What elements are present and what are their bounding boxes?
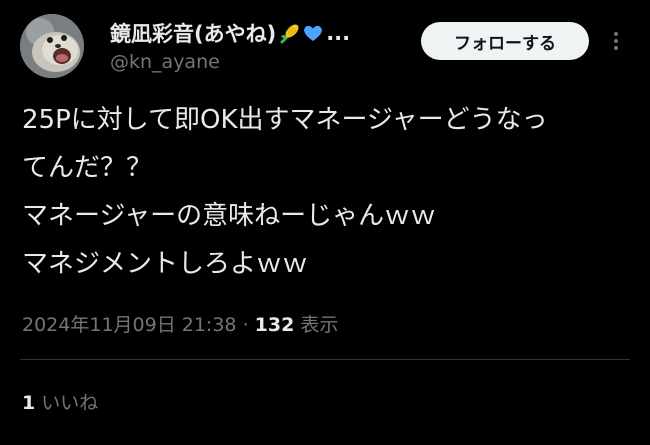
tweet-meta: 2024年11月09日 21:38 · 132 表示 [22, 310, 338, 337]
tweet-post: 鏡凪彩音(あやね) ... @kn_ayane フォローする 25Pに対して即O… [0, 0, 650, 445]
name-truncation: ... [326, 21, 351, 45]
likes-count: 1 [22, 392, 36, 414]
author-handle[interactable]: @kn_ayane [110, 51, 350, 73]
more-vertical-icon [614, 32, 618, 50]
display-name[interactable]: 鏡凪彩音(あやね) [110, 18, 276, 48]
divider [20, 359, 630, 360]
avatar[interactable] [20, 14, 84, 78]
seal-avatar-icon [20, 14, 84, 78]
views-count: 132 [254, 314, 295, 336]
likes-label: いいね [41, 392, 99, 414]
display-name-row[interactable]: 鏡凪彩音(あやね) ... [110, 18, 350, 48]
corn-emoji-icon [278, 22, 300, 44]
timestamp-link[interactable]: 2024年11月09日 21:38 [22, 314, 237, 336]
views-label: 表示 [300, 314, 339, 336]
tweet-line: てんだ？？ [22, 153, 153, 183]
tweet-line: マネージャーの意味ねーじゃんｗｗ [22, 201, 437, 231]
tweet-text: 25Pに対して即OK出すマネージャーどうなっ てんだ？？ マネージャーの意味ねー… [22, 96, 632, 288]
likes-link[interactable]: 1 いいね [22, 388, 98, 415]
blue-heart-emoji-icon [302, 22, 324, 44]
tweet-line: マネジメントしろよｗｗ [22, 249, 309, 279]
author-info: 鏡凪彩音(あやね) ... @kn_ayane [110, 18, 350, 73]
meta-separator: · [242, 314, 249, 336]
more-options-button[interactable] [604, 28, 628, 54]
tweet-line: 25Pに対して即OK出すマネージャーどうなっ [22, 105, 548, 135]
follow-button[interactable]: フォローする [421, 22, 589, 60]
